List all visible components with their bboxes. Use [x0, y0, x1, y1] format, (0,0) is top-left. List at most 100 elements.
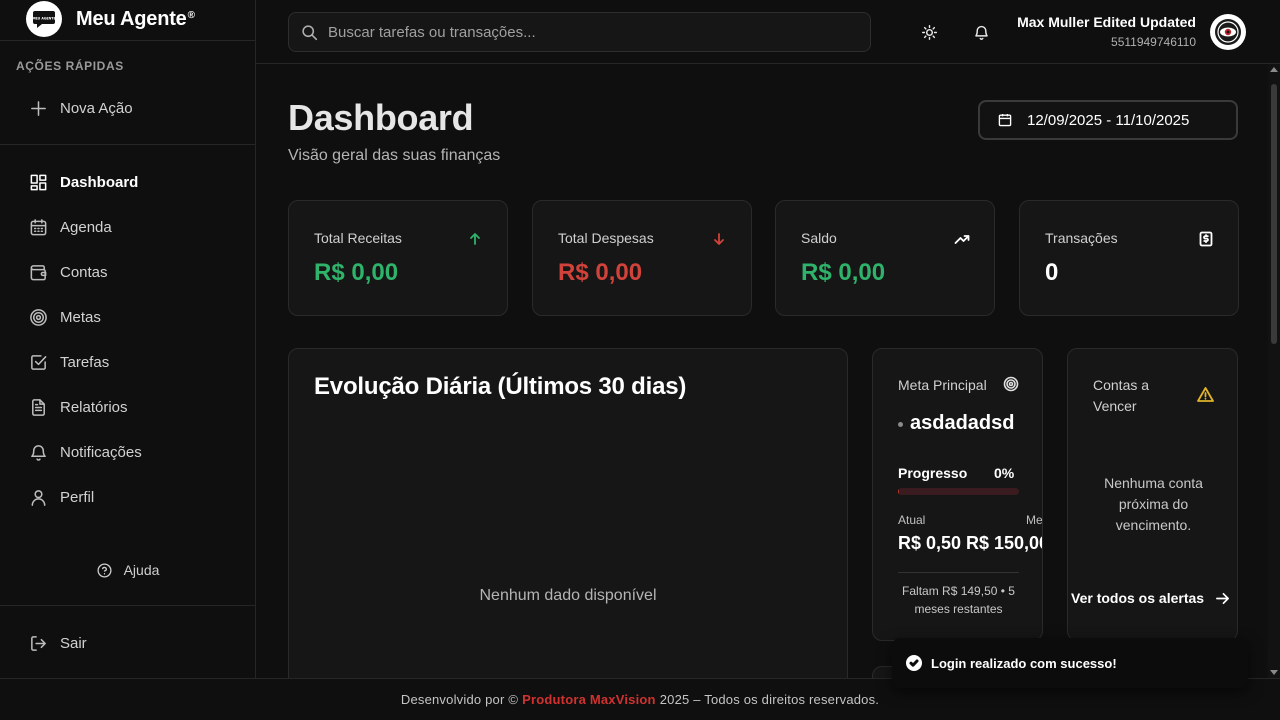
user-phone: 5511949746110 [1111, 35, 1196, 49]
stat-value: R$ 0,00 [314, 259, 399, 286]
sidebar-item-label: Contas [60, 263, 108, 281]
stat-value: R$ 0,00 [801, 259, 886, 286]
page-title: Dashboard [288, 97, 474, 138]
arrow-right-icon [1216, 592, 1230, 604]
brand-name: Meu Agente® [76, 8, 195, 31]
bell-icon [974, 25, 988, 40]
stat-label: Total Despesas [558, 230, 654, 246]
sidebar-item-label: Agenda [60, 218, 112, 236]
page-scrollbar[interactable] [1268, 64, 1280, 678]
sidebar-item-label: Tarefas [60, 353, 110, 371]
sidebar-item-metas[interactable]: Metas [0, 297, 255, 337]
sidebar-item-notificacoes[interactable]: Notificações [0, 432, 255, 472]
brand[interactable]: MEU AGENTE Meu Agente® [0, 0, 255, 41]
goal-divider [898, 572, 1019, 573]
sidebar-item-relatorios[interactable]: Relatórios [0, 387, 255, 427]
footer-suffix: 2025 – Todos os direitos reservados. [659, 692, 880, 707]
bills-empty-message: Nenhuma conta próxima do vencimento. [1104, 475, 1203, 533]
calendar-icon [28, 217, 48, 237]
scroll-up-arrow[interactable] [1270, 67, 1278, 72]
upcoming-bills-card: Contas a Vencer Nenhuma conta próxima do… [1067, 348, 1238, 641]
progress-label: Progresso [898, 465, 968, 481]
sidebar-item-label: Notificações [60, 443, 142, 461]
receipt-icon [1198, 231, 1214, 247]
goal-card-title: Meta Principal [898, 377, 987, 393]
goal-color-dot [898, 422, 903, 427]
stat-label: Transações [1045, 230, 1118, 246]
stat-label: Total Receitas [314, 230, 402, 246]
progress-percent: 0% [994, 465, 1015, 481]
sidebar-item-label: Perfil [60, 488, 95, 506]
stat-card-saldo: Saldo R$ 0,00 [775, 200, 995, 316]
sidebar-item-label: Metas [60, 308, 101, 326]
sidebar-item-label: Relatórios [60, 398, 128, 416]
current-value: R$ 0,50 [898, 533, 962, 553]
new-action-button[interactable]: Nova Ação [0, 88, 255, 128]
sidebar-divider [0, 605, 255, 606]
logout-button[interactable]: Sair [0, 623, 255, 663]
top-header: Max Muller Edited Updated 5511949746110 [256, 0, 1280, 64]
logout-label: Sair [60, 634, 87, 652]
arrow-down-icon [711, 231, 727, 247]
avatar-eye-icon [1215, 19, 1241, 45]
main-goal-card[interactable]: Meta Principal asdadadsd Progresso 0% At… [872, 348, 1043, 641]
sidebar-item-contas[interactable]: Contas [0, 252, 255, 292]
search-box[interactable] [288, 12, 871, 52]
stat-value: R$ 0,00 [558, 259, 643, 286]
checkbox-icon [28, 352, 48, 372]
footer-company-link[interactable]: Produtora MaxVision [522, 692, 656, 707]
sidebar-item-tarefas[interactable]: Tarefas [0, 342, 255, 382]
footer-prefix: Desenvolvido por © [400, 692, 519, 707]
stat-card-despesas: Total Despesas R$ 0,00 [532, 200, 752, 316]
calendar-icon [998, 114, 1012, 127]
avatar[interactable] [1210, 14, 1246, 50]
goal-remaining-note: Faltam R$ 149,50 • 5 meses restantes [902, 584, 1015, 616]
brand-name-text: Meu Agente [76, 7, 187, 30]
help-circle-icon [97, 562, 112, 578]
theme-toggle-button[interactable] [919, 22, 939, 42]
sidebar-item-perfil[interactable]: Perfil [0, 477, 255, 517]
page-subtitle: Visão geral das suas finanças [288, 147, 501, 164]
notifications-button[interactable] [971, 22, 991, 42]
date-range-picker[interactable]: 12/09/2025 - 11/10/2025 [978, 100, 1238, 140]
success-toast[interactable]: Login realizado com sucesso! [892, 638, 1248, 688]
help-label: Ajuda [123, 562, 160, 578]
sun-icon [921, 24, 937, 40]
date-range-text: 12/09/2025 - 11/10/2025 [1027, 111, 1190, 129]
current-label: Atual [898, 513, 926, 527]
sidebar: MEU AGENTE Meu Agente® AÇÕES RÁPIDAS Nov… [0, 0, 256, 678]
scroll-thumb[interactable] [1271, 84, 1277, 344]
chat-bubble-logo-icon: MEU AGENTE [32, 11, 56, 28]
wallet-icon [28, 262, 48, 282]
scroll-down-arrow[interactable] [1270, 670, 1278, 675]
sidebar-item-agenda[interactable]: Agenda [0, 207, 255, 247]
progress-bar [898, 488, 1019, 495]
user-name[interactable]: Max Muller Edited Updated [1017, 14, 1196, 30]
stat-card-transacoes: Transações 0 [1019, 200, 1239, 316]
search-input[interactable] [328, 23, 848, 41]
logout-icon [28, 633, 48, 653]
arrow-up-icon [467, 231, 483, 247]
bills-card-title: Contas a Vencer [1093, 377, 1150, 414]
stat-value: 0 [1045, 259, 1059, 286]
bell-icon [28, 442, 48, 462]
target-label: Meta [1026, 513, 1043, 527]
view-all-alerts-label: Ver todos os alertas [1071, 590, 1205, 606]
dashboard-icon [28, 172, 48, 192]
trending-up-icon [954, 231, 970, 247]
logo-text: MEU AGENTE [32, 17, 55, 21]
main-content: Dashboard Visão geral das suas finanças … [256, 65, 1268, 678]
stat-card-receitas: Total Receitas R$ 0,00 [288, 200, 508, 316]
chart-title: Evolução Diária (Últimos 30 dias) [314, 373, 687, 400]
report-icon [28, 397, 48, 417]
quick-actions-title: AÇÕES RÁPIDAS [16, 59, 124, 73]
help-button[interactable]: Ajuda [0, 557, 255, 583]
sidebar-item-dashboard[interactable]: Dashboard [0, 162, 255, 202]
plus-icon [28, 98, 48, 118]
new-action-label: Nova Ação [60, 99, 133, 117]
sidebar-divider [0, 144, 255, 145]
stat-label: Saldo [801, 230, 837, 246]
sidebar-item-label: Dashboard [60, 173, 139, 191]
target-value: R$ 150,00 [966, 533, 1043, 553]
view-all-alerts-link[interactable]: Ver todos os alertas [1071, 590, 1233, 606]
